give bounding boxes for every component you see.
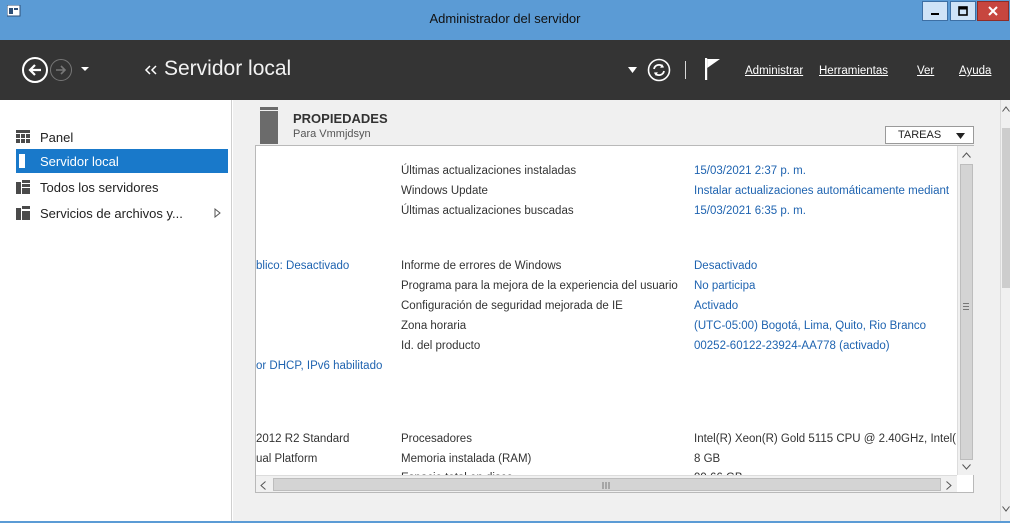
property-value: Intel(R) Xeon(R) Gold 5115 CPU @ 2.40GHz… (694, 433, 957, 445)
refresh-icon[interactable] (647, 58, 671, 82)
arrow-right-icon (56, 65, 67, 75)
property-label: Zona horaria (401, 320, 467, 332)
sidebar-item-label: Todos los servidores (40, 179, 159, 195)
property-value-fragment: ual Platform (256, 453, 318, 465)
page-vertical-scrollbar[interactable] (1000, 100, 1010, 523)
property-label: Configuración de seguridad mejorada de I… (401, 300, 623, 312)
sidebar-item-label: Servicios de archivos y... (40, 205, 183, 221)
chevron-down-icon (956, 133, 965, 139)
dashboard-icon (16, 130, 30, 143)
minimize-button[interactable] (922, 1, 948, 21)
property-label: Últimas actualizaciones instaladas (401, 165, 577, 177)
close-icon (988, 6, 998, 16)
history-dropdown-icon[interactable] (80, 64, 90, 74)
breadcrumb-title: Servidor local (164, 57, 292, 80)
property-label: Últimas actualizaciones buscadas (401, 205, 574, 217)
property-value[interactable]: 15/03/2021 2:37 p. m. (694, 165, 806, 177)
property-value[interactable]: No participa (694, 280, 755, 292)
property-value-fragment: 2012 R2 Standard (256, 433, 350, 445)
property-label: Memoria instalada (RAM) (401, 453, 532, 465)
maximize-icon (958, 6, 968, 16)
maximize-button[interactable] (950, 1, 976, 21)
arrow-left-icon (28, 64, 41, 76)
properties-vertical-scrollbar[interactable] (957, 146, 974, 475)
scroll-up-icon[interactable] (962, 152, 971, 158)
property-value[interactable]: Desactivado (694, 260, 757, 272)
scrollbar-thumb[interactable] (273, 478, 941, 491)
sidebar-item-servicios-de-archivos[interactable]: Servicios de archivos y... (16, 201, 228, 225)
scrollbar-thumb[interactable] (1002, 128, 1010, 288)
chevron-down-icon[interactable] (628, 66, 637, 74)
back-button[interactable] (22, 57, 48, 83)
property-value[interactable]: Instalar actualizaciones automáticamente… (694, 185, 949, 197)
tasks-label: TAREAS (898, 129, 942, 141)
property-value[interactable]: 00252-60122-23924-AA778 (activado) (694, 340, 890, 352)
title-bar: Administrador del servidor (0, 0, 1010, 40)
scroll-down-icon[interactable] (962, 464, 971, 470)
property-value-fragment[interactable]: blico: Desactivado (256, 260, 349, 272)
close-button[interactable] (977, 1, 1009, 21)
header-divider (685, 61, 686, 79)
properties-panel: blico: Desactivado or DHCP, IPv6 habilit… (255, 145, 974, 493)
property-value[interactable]: 15/03/2021 6:35 p. m. (694, 205, 806, 217)
sidebar-item-label: Servidor local (40, 153, 119, 169)
scroll-down-icon[interactable] (1002, 506, 1010, 512)
sidebar-item-servidor-local[interactable]: Servidor local (16, 149, 228, 173)
app-header: Servidor local Administrar Herramientas … (0, 40, 1010, 100)
property-value[interactable]: (UTC-05:00) Bogotá, Lima, Quito, Rio Bra… (694, 320, 926, 332)
property-value-fragment[interactable]: or DHCP, IPv6 habilitado (256, 360, 382, 372)
property-value: 8 GB (694, 453, 721, 465)
menu-administrar[interactable]: Administrar (745, 65, 803, 77)
tasks-dropdown[interactable]: TAREAS (885, 126, 974, 144)
server-tower-icon (260, 107, 278, 144)
scroll-up-icon[interactable] (1002, 106, 1010, 112)
property-label: Windows Update (401, 185, 488, 197)
menu-herramientas[interactable]: Herramientas (819, 65, 888, 77)
properties-horizontal-scrollbar[interactable] (256, 475, 957, 492)
servers-icon (16, 180, 30, 194)
properties-title: PROPIEDADES (293, 111, 388, 126)
notifications-flag-icon[interactable] (703, 57, 723, 81)
scroll-left-icon[interactable] (260, 481, 266, 490)
sidebar-item-todos-los-servidores[interactable]: Todos los servidores (16, 175, 228, 199)
property-label: Informe de errores de Windows (401, 260, 562, 272)
server-icon (19, 154, 25, 168)
breadcrumb-chevrons-icon[interactable] (144, 64, 158, 76)
property-label: Id. del producto (401, 340, 481, 352)
scroll-right-icon[interactable] (946, 481, 952, 490)
property-label: Programa para la mejora de la experienci… (401, 280, 678, 292)
sidebar-item-label: Panel (40, 129, 74, 145)
file-services-icon (16, 206, 30, 220)
forward-button[interactable] (50, 59, 72, 81)
sidebar-item-panel[interactable]: Panel (16, 125, 228, 149)
properties-subtitle: Para Vmmjdsyn (293, 128, 371, 140)
menu-ayuda[interactable]: Ayuda (959, 65, 991, 77)
chevron-right-icon[interactable] (214, 208, 221, 218)
property-label: Procesadores (401, 433, 472, 445)
scrollbar-grip (602, 482, 610, 489)
minimize-icon (931, 13, 939, 15)
property-value[interactable]: Activado (694, 300, 738, 312)
scrollbar-thumb[interactable] (960, 164, 973, 460)
left-navigation: Panel Servidor local Todos los servidore… (0, 100, 232, 523)
window-title: Administrador del servidor (429, 11, 581, 26)
scrollbar-grip (963, 303, 969, 310)
menu-ver[interactable]: Ver (917, 65, 934, 77)
